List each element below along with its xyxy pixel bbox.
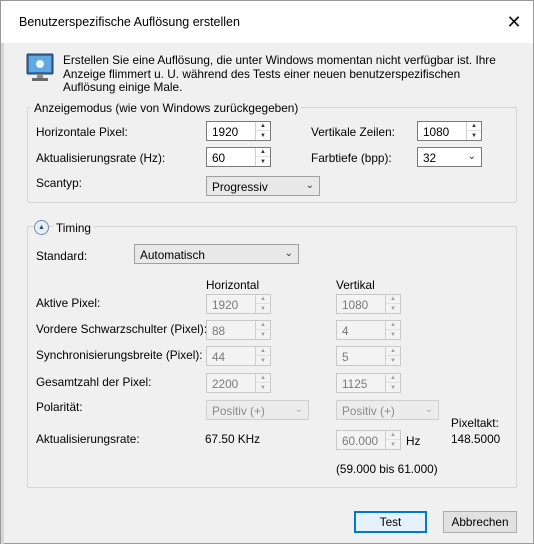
spin-down-icon: ▼ [390,441,396,448]
front-porch-v-spinner: 4 ▲ ▼ [336,320,401,340]
chevron-down-icon: ⌄ [424,404,433,415]
refresh-v-spinner: 60.000 ▲ ▼ [336,430,401,450]
standard-label: Standard: [36,249,88,263]
color-depth-label: Farbtiefe (bpp): [311,151,392,165]
spin-up-icon: ▲ [386,374,400,383]
cancel-button[interactable]: Abbrechen [443,511,517,533]
chevron-down-icon: ⌄ [467,151,476,162]
test-button[interactable]: Test [354,511,427,533]
spin-up-icon: ▲ [386,321,400,330]
active-pixels-v-spinner: 1080 ▲ ▼ [336,294,401,314]
refresh-rate-value: 60 [212,151,226,165]
horizontal-pixels-spinner[interactable]: 1920 ▲ ▼ [206,121,271,141]
refresh-rate-spinner[interactable]: 60 ▲ ▼ [206,147,271,167]
close-icon[interactable]: ✕ [501,9,527,35]
scan-type-value: Progressiv [212,180,268,194]
refresh-unit: Hz [406,434,421,448]
spin-up-icon[interactable]: ▲ [256,122,270,131]
refresh-range: (59.000 bis 61.000) [336,462,438,476]
total-pixels-h-spinner: 2200 ▲ ▼ [206,373,271,393]
pixel-clock-label: Pixeltakt: [451,416,499,430]
display-mode-group-label: Anzeigemodus (wie von Windows zurückgege… [31,101,302,115]
spin-up-icon: ▲ [256,374,270,383]
collapse-icon[interactable]: ▲ [34,220,49,235]
spin-down-icon: ▼ [260,357,266,364]
front-porch-h-spinner: 88 ▲ ▼ [206,320,271,340]
spin-up-icon: ▲ [256,295,270,304]
spin-down-icon: ▼ [390,357,396,364]
color-depth-select[interactable]: 32 ⌄ [417,147,482,167]
polarity-v-select: Positiv (+) ⌄ [336,400,439,420]
spin-up-icon: ▲ [256,347,270,356]
spin-down-icon[interactable]: ▼ [256,131,270,140]
spin-up-icon: ▲ [386,347,400,356]
spin-up-icon: ▲ [256,321,270,330]
window-title: Benutzerspezifische Auflösung erstellen [19,15,240,29]
chevron-down-icon: ⌄ [284,248,293,259]
vertical-lines-value: 1080 [423,125,450,139]
refresh-rate-label: Aktualisierungsrate (Hz): [36,151,166,165]
chevron-down-icon: ⌄ [294,404,303,415]
standard-value: Automatisch [140,248,205,262]
vertical-lines-spinner[interactable]: 1080 ▲ ▼ [417,121,482,141]
spin-down-icon: ▼ [390,331,396,338]
horizontal-pixels-value: 1920 [212,125,239,139]
monitor-icon [26,53,54,81]
info-text: Erstellen Sie eine Auflösung, die unter … [63,53,496,94]
dialog-window: Benutzerspezifische Auflösung erstellen … [0,0,534,544]
sync-width-v-spinner: 5 ▲ ▼ [336,346,401,366]
chevron-down-icon: ⌄ [305,180,314,191]
timing-row-label: Gesamtzahl der Pixel: [36,375,152,389]
spin-up-icon[interactable]: ▲ [467,122,481,131]
sync-width-h-spinner: 44 ▲ ▼ [206,346,271,366]
title-bar: Benutzerspezifische Auflösung erstellen … [1,1,533,43]
scan-type-select[interactable]: Progressiv ⌄ [206,176,320,196]
column-header-vertical: Vertikal [336,278,375,292]
timing-group-label: Timing [53,221,94,235]
timing-row-label: Aktive Pixel: [36,296,101,310]
polarity-label: Polarität: [36,400,83,414]
standard-select[interactable]: Automatisch ⌄ [134,244,299,264]
spin-down-icon: ▼ [390,305,396,312]
spin-up-icon: ▲ [386,431,400,440]
spin-down-icon: ▼ [260,384,266,391]
spin-down-icon: ▼ [260,305,266,312]
spin-down-icon[interactable]: ▼ [256,157,270,166]
horizontal-pixels-label: Horizontale Pixel: [36,125,128,139]
timing-row-label: Synchronisierungsbreite (Pixel): [36,348,203,362]
column-header-horizontal: Horizontal [206,278,260,292]
spin-up-icon: ▲ [386,295,400,304]
pixel-clock-value: 148.5000 [451,432,501,446]
window-edge [1,43,4,544]
spin-up-icon[interactable]: ▲ [256,148,270,157]
vertical-lines-label: Vertikale Zeilen: [311,125,395,139]
active-pixels-h-spinner: 1920 ▲ ▼ [206,294,271,314]
scan-type-label: Scantyp: [36,176,82,190]
spin-down-icon: ▼ [390,384,396,391]
color-depth-value: 32 [423,151,437,165]
refresh-h-value: 67.50 KHz [205,432,261,446]
spin-down-icon[interactable]: ▼ [467,131,481,140]
refresh-label: Aktualisierungsrate: [36,432,140,446]
polarity-h-select: Positiv (+) ⌄ [206,400,309,420]
spin-down-icon: ▼ [260,331,266,338]
total-pixels-v-spinner: 1125 ▲ ▼ [336,373,401,393]
timing-row-label: Vordere Schwarzschulter (Pixel): [36,322,208,336]
